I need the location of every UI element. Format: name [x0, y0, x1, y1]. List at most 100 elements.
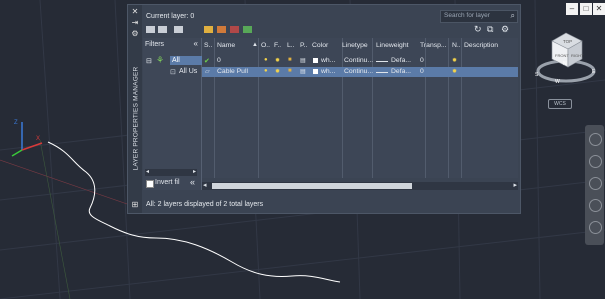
viewcube[interactable]: TOP FRONT RIGHT N E S W	[530, 27, 602, 87]
lightbulb-icon[interactable]: ●	[264, 68, 268, 74]
close-button[interactable]: ✕	[593, 3, 605, 15]
column-plot[interactable]: P..	[300, 42, 307, 49]
vp-freeze-icon[interactable]: ✹	[452, 68, 457, 75]
column-lock[interactable]: L..	[287, 42, 295, 49]
column-name[interactable]: Name	[217, 42, 235, 49]
layer-properties-palette: ✕ ⇥ ⚙ LAYER PROPERTIES MANAGER ⊞ Current…	[127, 4, 521, 214]
showmotion-icon[interactable]	[589, 221, 602, 234]
layer-color[interactable]: wh...	[321, 68, 335, 75]
color-swatch[interactable]	[313, 69, 318, 74]
current-layer-label: Current layer: 0	[146, 13, 195, 20]
layer-icon: ▱	[205, 69, 210, 75]
wcs-menu[interactable]: WCS	[548, 99, 572, 109]
layer-states-icon[interactable]: ⊞	[130, 201, 140, 209]
new-group-filter-icon[interactable]	[158, 26, 167, 33]
filters-header: Filters	[145, 41, 165, 48]
sort-arrow-icon: ▲	[252, 42, 258, 48]
column-on[interactable]: O..	[261, 42, 270, 49]
zoom-icon[interactable]	[589, 177, 602, 190]
sun-icon[interactable]: ✹	[275, 68, 280, 75]
column-lineweight[interactable]: Lineweight	[376, 42, 409, 49]
svg-text:Z: Z	[14, 120, 18, 126]
layer-transparency[interactable]: 0	[420, 68, 424, 75]
ucs-icon: Z X	[11, 120, 43, 157]
svg-text:X: X	[36, 136, 40, 142]
column-linetype[interactable]: Linetype	[342, 42, 368, 49]
scroll-right-icon[interactable]: ▸	[513, 181, 517, 189]
table-row[interactable]: ▱ Cable Pull ● ✹ ■ ▤ wh... Continu... De…	[202, 67, 518, 77]
lightbulb-icon[interactable]: ●	[264, 57, 268, 63]
vp-freeze-icon[interactable]: ✹	[452, 57, 457, 64]
tree-item-all[interactable]: All	[170, 56, 202, 65]
viewcube-top-label: TOP	[563, 39, 572, 44]
status-text: All: 2 layers displayed of 2 total layer…	[146, 201, 264, 208]
invert-filter-checkbox[interactable]	[146, 180, 154, 188]
invert-filter-label: Invert fil	[155, 179, 180, 186]
column-color[interactable]: Color	[312, 42, 328, 49]
layer-linetype[interactable]: Continu...	[344, 68, 373, 75]
set-current-icon[interactable]	[243, 26, 252, 33]
scrollbar-thumb[interactable]	[212, 183, 412, 189]
sun-icon[interactable]: ✹	[275, 57, 280, 64]
new-layer-icon[interactable]	[204, 26, 213, 33]
column-description[interactable]: Description	[464, 42, 498, 49]
layer-table: S.. Name ▲ O.. F.. L.. P.. Color Linetyp…	[202, 38, 518, 178]
filters-scrollbar[interactable]: ◂ ▸	[145, 169, 197, 176]
scroll-left-icon[interactable]: ◂	[203, 181, 207, 189]
filter-tree-icon: ⚘	[156, 55, 165, 65]
column-new-vp-freeze[interactable]: N..	[452, 42, 461, 49]
color-swatch[interactable]	[313, 58, 318, 63]
column-freeze[interactable]: F..	[274, 42, 281, 49]
layer-name[interactable]: Cable Pull	[217, 68, 248, 75]
gear-icon[interactable]: ⚙	[501, 24, 509, 35]
compass-w-label: W	[555, 79, 560, 85]
new-filter-icon[interactable]	[146, 26, 155, 33]
table-row[interactable]: ✔ 0 ● ✹ ■ ▤ wh... Continu... Defa... 0 ✹	[202, 56, 518, 66]
steering-wheel-icon[interactable]	[589, 133, 602, 146]
scroll-right-icon[interactable]: ▸	[193, 168, 196, 175]
new-layer-vp-frozen-icon[interactable]	[217, 26, 226, 33]
pan-icon[interactable]	[589, 155, 602, 168]
printer-icon[interactable]: ▤	[300, 57, 306, 64]
lock-icon[interactable]: ■	[288, 68, 292, 74]
lock-icon[interactable]: ■	[288, 57, 292, 63]
search-placeholder: Search for layer	[444, 12, 490, 19]
restore-button[interactable]: □	[580, 3, 592, 15]
column-status[interactable]: S..	[204, 42, 212, 49]
filters-panel: Filters « ⊟ ⚘ All ⊡ All Us ◂ ▸	[143, 38, 202, 190]
gear-icon[interactable]: ⚙	[130, 30, 140, 38]
filter-icon: ⊡	[170, 69, 176, 76]
layer-name[interactable]: 0	[217, 57, 221, 64]
layer-lineweight[interactable]: Defa...	[391, 68, 411, 75]
tree-expander-icon[interactable]: ⊟	[146, 57, 152, 65]
column-transparency[interactable]: Transp...	[420, 42, 447, 49]
minimize-button[interactable]: –	[566, 3, 578, 15]
lineweight-sample	[376, 61, 388, 62]
compass-n-label: N	[563, 61, 567, 67]
layer-lineweight[interactable]: Defa...	[391, 57, 411, 64]
settings-icon[interactable]: ⧉	[487, 24, 493, 35]
navigation-bar	[585, 125, 604, 245]
refresh-icon[interactable]: ↻	[474, 24, 482, 35]
printer-icon[interactable]: ▤	[300, 68, 306, 75]
layer-linetype[interactable]: Continu...	[344, 57, 373, 64]
layer-transparency[interactable]: 0	[420, 57, 424, 64]
orbit-icon[interactable]	[589, 199, 602, 212]
scroll-left-icon[interactable]: ◂	[146, 168, 149, 175]
close-icon[interactable]: ✕	[130, 8, 140, 16]
layer-states-manager-icon[interactable]	[174, 26, 183, 33]
viewcube-right-label: RIGHT	[571, 53, 584, 58]
tree-item-all-used[interactable]: All Us	[179, 68, 197, 75]
layer-color[interactable]: wh...	[321, 57, 335, 64]
delete-layer-icon[interactable]	[230, 26, 239, 33]
autohide-icon[interactable]: ⇥	[130, 19, 140, 27]
collapse-filters-button[interactable]: «	[194, 39, 198, 48]
search-input[interactable]: Search for layer ⌕	[440, 10, 518, 23]
lineweight-sample	[376, 72, 388, 73]
palette-title: LAYER PROPERTIES MANAGER	[132, 66, 140, 171]
search-icon[interactable]: ⌕	[511, 11, 515, 21]
viewcube-front-label: FRONT	[555, 53, 569, 58]
palette-title-strip: ✕ ⇥ ⚙ LAYER PROPERTIES MANAGER ⊞	[128, 5, 142, 213]
collapse-panel-button[interactable]: «	[190, 177, 195, 187]
table-scrollbar[interactable]: ◂ ▸	[202, 182, 518, 190]
